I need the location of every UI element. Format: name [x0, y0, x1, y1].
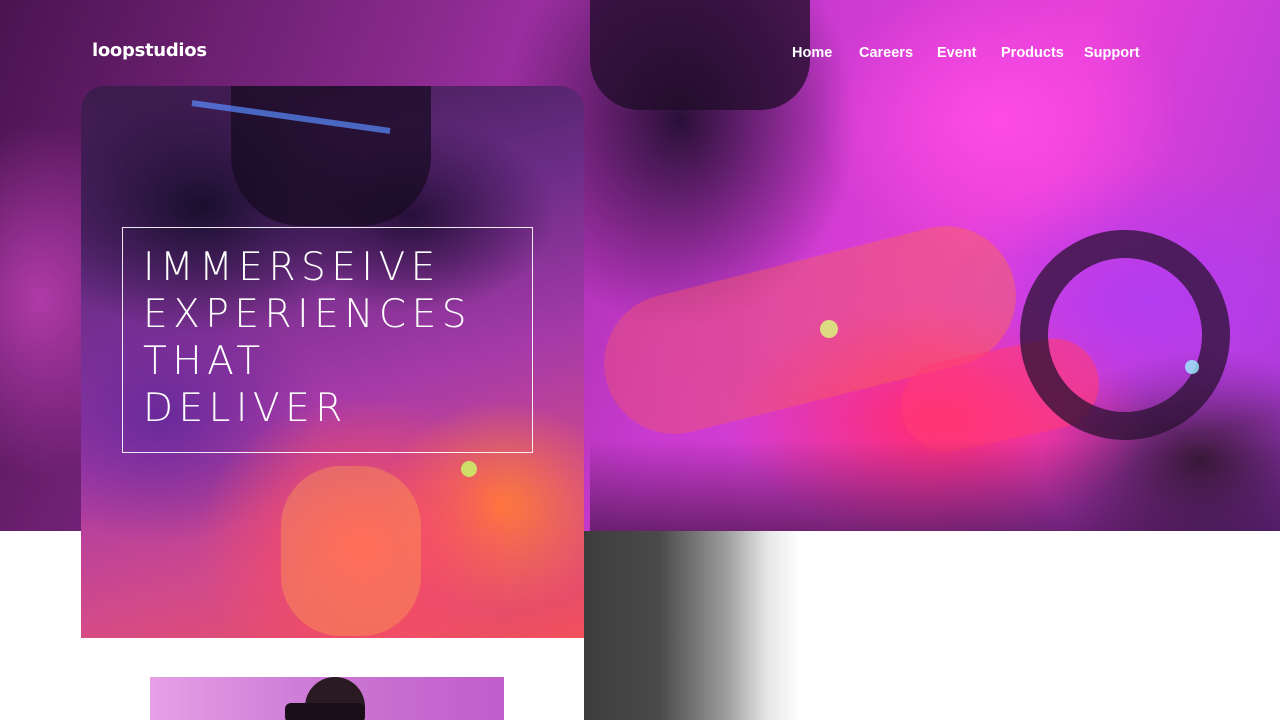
hero-light-glow — [820, 320, 838, 338]
card-vr-headset — [231, 86, 431, 226]
site-logo[interactable]: loopstudios — [92, 40, 207, 61]
hero-shadow — [590, 440, 1280, 531]
card-figure — [281, 466, 421, 636]
hero-vr-headset — [590, 0, 810, 110]
hero-light-glow — [1185, 360, 1199, 374]
nav-item-home[interactable]: Home — [792, 45, 832, 61]
headline-line: EXPERIENCES — [143, 292, 473, 337]
hero-card-image: IMMERSEIVE EXPERIENCES THAT DELIVER — [81, 86, 584, 638]
card-light-glow — [461, 461, 477, 477]
headline-line: THAT — [143, 339, 266, 384]
nav-item-products[interactable]: Products — [1001, 45, 1064, 61]
headline-line: DELIVER — [143, 386, 348, 431]
gradient-fade-panel — [584, 531, 800, 720]
content-thumbnail-image — [150, 677, 504, 720]
nav-item-event[interactable]: Event — [937, 45, 977, 61]
hero-headline: IMMERSEIVE EXPERIENCES THAT DELIVER — [143, 244, 472, 432]
headline-line: IMMERSEIVE — [143, 245, 441, 290]
nav-item-support[interactable]: Support — [1084, 45, 1140, 61]
headline-frame: IMMERSEIVE EXPERIENCES THAT DELIVER — [122, 227, 533, 453]
nav-item-careers[interactable]: Careers — [859, 45, 913, 61]
thumbnail-vr-headset — [285, 703, 365, 720]
